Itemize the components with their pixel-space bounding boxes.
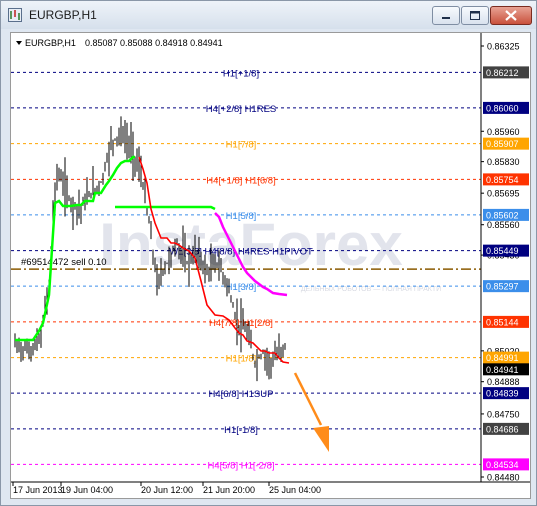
level-price-text: 0.85144 [486, 317, 519, 327]
level-label: H4[5/8] H1[-2/8] [207, 460, 274, 471]
price-tick-label: 0.84750 [487, 409, 520, 419]
price-tick-label: 0.84480 [487, 473, 520, 483]
time-tick-label: 25 Jun 04:00 [269, 485, 321, 495]
order-label: #69514472 sell 0.10 [21, 257, 107, 268]
level-price-text: 0.85907 [486, 139, 519, 149]
price-tick-label: 0.84888 [487, 377, 520, 387]
level-price-text: 0.84839 [486, 389, 519, 399]
price-tick-label: 0.85560 [487, 220, 520, 230]
level-label: H1[3/8] [226, 282, 257, 293]
level-price-text: 0.84991 [486, 353, 519, 363]
level-label: H1[+1/8] [223, 68, 259, 79]
symbol-dropdown-icon[interactable] [16, 41, 22, 45]
level-label: H1[5/8] [226, 211, 257, 222]
price-tick-label: 0.85960 [487, 127, 520, 137]
time-tick-label: 20 Jun 12:00 [141, 485, 193, 495]
level-price-text: 0.84686 [486, 424, 519, 434]
level-price-text: 0.85297 [486, 282, 519, 292]
minimize-button[interactable] [432, 6, 460, 25]
time-tick-label: 21 Jun 20:00 [203, 485, 255, 495]
price-chart[interactable]: InstaForex ДЕЛЬНЫХ РОБОТОВ — ПОЛНАЯ ПРАК… [11, 33, 530, 498]
level-price-text: 0.85602 [486, 210, 519, 220]
time-tick-label: 19 Jun 04:00 [61, 485, 113, 495]
level-label: H4[+1/8] H1[6/8] [206, 175, 275, 186]
green-trend-line-flat [115, 205, 216, 211]
time-tick-label: 17 Jun 2013 [13, 485, 63, 495]
level-price-text: 0.86060 [486, 103, 519, 113]
chart-area[interactable]: InstaForex ДЕЛЬНЫХ РОБОТОВ — ПОЛНАЯ ПРАК… [10, 32, 531, 499]
close-button[interactable] [490, 6, 532, 25]
price-tick-label: 0.85830 [487, 157, 520, 167]
level-price-text: 0.85754 [486, 175, 519, 185]
level-price-text: 0.86212 [486, 68, 519, 78]
ohlc-values: 0.85087 0.85088 0.84918 0.84941 [85, 38, 223, 48]
price-tick-label: 0.86325 [487, 42, 520, 52]
level-label: H4[+2/8] H1RES [206, 104, 277, 115]
level-label: H1[-1/8] [224, 425, 258, 436]
title-bar[interactable]: EURGBP,H1 [1, 1, 536, 29]
current-price-text: 0.84941 [486, 365, 519, 375]
level-label: H1[7/8] [226, 140, 257, 151]
level-price-text: 0.85449 [486, 246, 519, 256]
forecast-arrow-icon [313, 426, 329, 452]
close-icon [505, 10, 517, 21]
chart-window-icon [8, 8, 22, 22]
chart-symbol: EURGBP,H1 [25, 38, 76, 48]
window-title: EURGBP,H1 [29, 8, 97, 22]
level-price-text: 0.84534 [486, 460, 519, 470]
maximize-icon [470, 11, 480, 20]
price-tick-label: 0.85695 [487, 189, 520, 199]
maximize-button[interactable] [461, 6, 489, 25]
minimize-icon [442, 17, 450, 19]
forecast-arrow-shaft [293, 372, 323, 426]
chart-window: EURGBP,H1 InstaForex ДЕЛЬНЫХ РОБОТОВ — П… [0, 0, 537, 506]
level-label: H1[1/8] [226, 354, 257, 365]
watermark-subtext: ДЕЛЬНЫХ РОБОТОВ — ПОЛНАЯ ПРАКТИ [301, 286, 441, 293]
level-label: H4[6/8] H1SUP [209, 389, 274, 400]
